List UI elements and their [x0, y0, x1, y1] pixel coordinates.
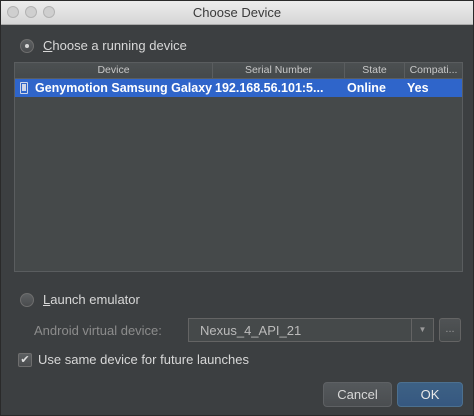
avd-browse-button[interactable]: ... — [439, 318, 461, 342]
serial-cell: 192.168.56.101:5... — [215, 81, 324, 95]
running-device-radio[interactable] — [20, 39, 34, 53]
title-bar: Choose Device — [1, 1, 473, 25]
avd-selected-value: Nexus_4_API_21 — [200, 323, 302, 338]
device-cell: Genymotion Samsung Galaxy S — [35, 81, 213, 95]
column-header-state[interactable]: State — [345, 63, 405, 78]
column-header-device[interactable]: Device — [15, 63, 213, 78]
compatible-cell: Yes — [407, 81, 429, 95]
choose-device-dialog: Choose Device Choose a running device De… — [0, 0, 474, 416]
table-header: Device Serial Number State Compati... — [15, 63, 462, 79]
launch-emulator-label[interactable]: Launch emulator — [43, 292, 140, 307]
column-header-compatible[interactable]: Compati... — [405, 63, 462, 78]
ok-button[interactable]: OK — [397, 382, 463, 407]
same-device-checkbox[interactable]: ✔ — [18, 353, 32, 367]
avd-label: Android virtual device: — [34, 323, 162, 338]
launch-emulator-radio[interactable] — [20, 293, 34, 307]
table-row[interactable]: Genymotion Samsung Galaxy S 192.168.56.1… — [15, 79, 462, 97]
cancel-button[interactable]: Cancel — [323, 382, 392, 407]
state-cell: Online — [347, 81, 386, 95]
window-title: Choose Device — [192, 5, 282, 20]
chevron-down-icon[interactable]: ▼ — [411, 319, 433, 341]
checkmark-icon: ✔ — [20, 354, 30, 366]
device-table: Device Serial Number State Compati... Ge… — [14, 62, 463, 272]
phone-icon — [20, 82, 28, 94]
running-device-label[interactable]: Choose a running device — [43, 38, 187, 53]
avd-select[interactable]: Nexus_4_API_21 ▼ — [188, 318, 434, 342]
same-device-label[interactable]: Use same device for future launches — [38, 352, 249, 367]
column-header-serial-number[interactable]: Serial Number — [213, 63, 345, 78]
radio-selected-dot — [25, 44, 29, 48]
